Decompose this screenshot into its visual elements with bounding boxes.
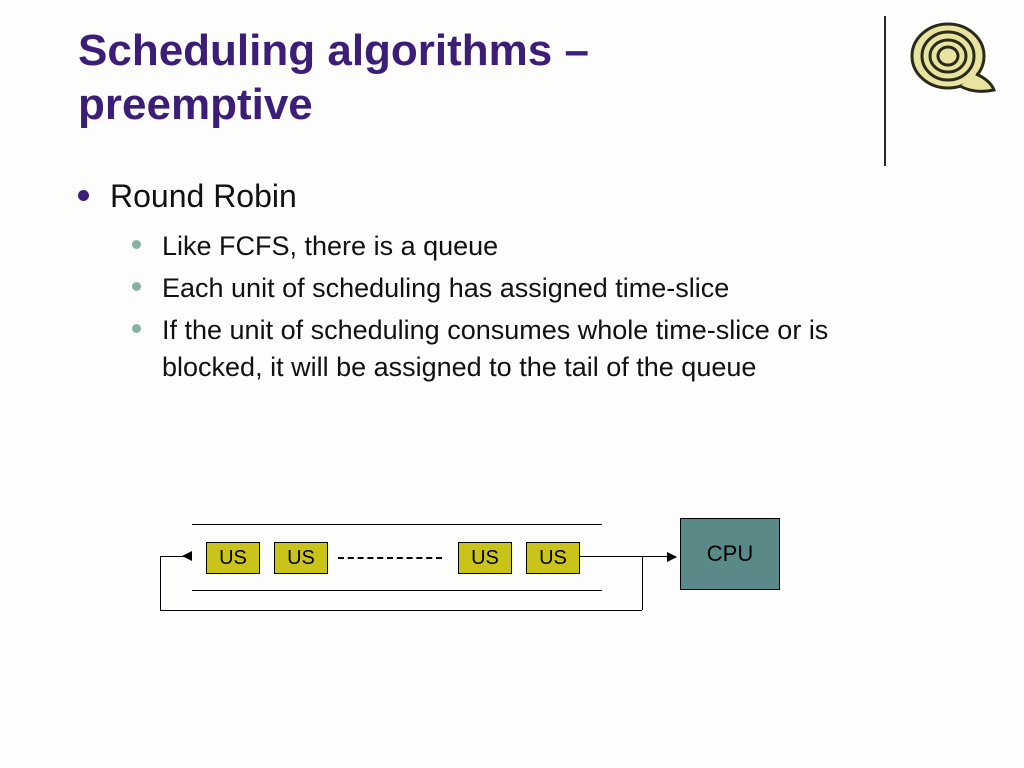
queue-item: US bbox=[206, 542, 260, 574]
cpu-box: CPU bbox=[680, 518, 780, 590]
feedback-arrowhead bbox=[182, 551, 192, 561]
dispatch-arrow bbox=[580, 556, 676, 557]
snail-icon bbox=[906, 18, 996, 98]
feedback-line bbox=[160, 610, 642, 611]
queue-border-top bbox=[192, 524, 602, 525]
title-divider bbox=[884, 16, 886, 166]
bullet-sub: Each unit of scheduling has assigned tim… bbox=[132, 270, 908, 306]
queue-item: US bbox=[526, 542, 580, 574]
queue-item: US bbox=[274, 542, 328, 574]
bullet-main-text: Round Robin bbox=[110, 178, 297, 214]
bullet-main: Round Robin Like FCFS, there is a queue … bbox=[78, 176, 908, 385]
queue-ellipsis bbox=[338, 557, 442, 559]
bullet-sub: Like FCFS, there is a queue bbox=[132, 228, 908, 264]
slide-content: Round Robin Like FCFS, there is a queue … bbox=[78, 176, 908, 391]
feedback-line bbox=[642, 556, 643, 610]
queue-border-bottom bbox=[192, 590, 602, 591]
round-robin-diagram: US US US US CPU bbox=[160, 524, 800, 644]
slide-title: Scheduling algorithms – preemptive bbox=[78, 24, 798, 131]
bullet-sub: If the unit of scheduling consumes whole… bbox=[132, 312, 908, 385]
queue-item: US bbox=[458, 542, 512, 574]
feedback-line bbox=[160, 556, 161, 610]
